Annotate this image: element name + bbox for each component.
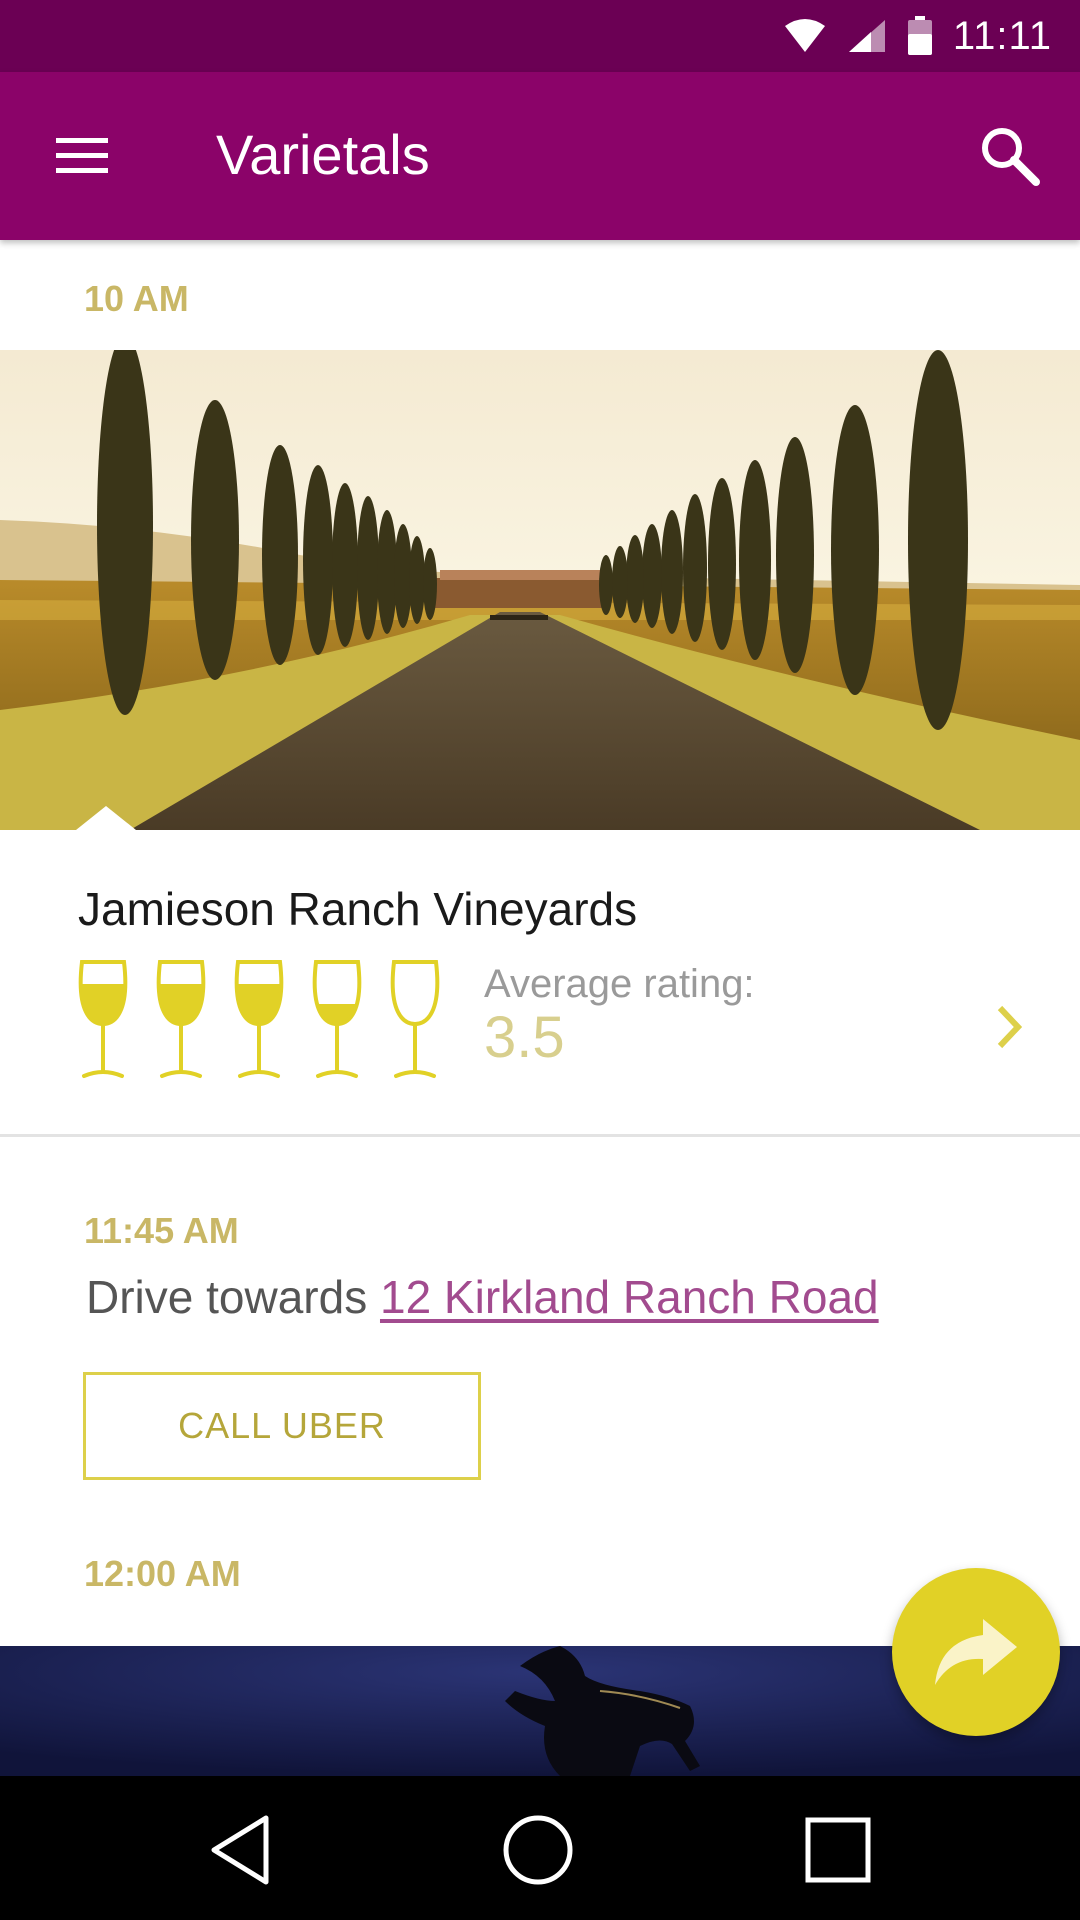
search-icon[interactable] — [976, 122, 1044, 190]
average-rating-value: 3.5 — [484, 1005, 565, 1070]
system-nav-bar — [0, 1776, 1080, 1920]
app-bar: Varietals — [0, 72, 1080, 240]
drive-prefix: Drive towards — [86, 1271, 368, 1323]
average-rating-label: Average rating: — [484, 962, 755, 1006]
address-link[interactable]: 12 Kirkland Ranch Road — [380, 1271, 879, 1323]
status-time: 11:11 — [952, 13, 1052, 58]
status-icons: 11:11 — [783, 0, 1052, 72]
wine-glass-icon — [312, 960, 362, 1078]
signal-icon — [848, 20, 885, 52]
share-forward-icon — [935, 1619, 1017, 1685]
drive-instruction: Drive towards 12 Kirkland Ranch Road — [86, 1270, 879, 1324]
vineyard-image — [0, 350, 1080, 830]
battery-icon — [907, 16, 932, 55]
wine-glass-icon — [78, 960, 128, 1078]
wifi-icon — [784, 19, 825, 52]
time-label: 12:00 AM — [84, 1553, 241, 1594]
time-label: 10 AM — [84, 278, 189, 319]
status-bar: 11:11 — [0, 0, 1080, 72]
card-pointer — [76, 806, 136, 830]
call-uber-button[interactable]: CALL UBER — [83, 1372, 481, 1480]
divider — [0, 1134, 1080, 1137]
chevron-right-icon[interactable] — [990, 1000, 1030, 1054]
time-label: 11:45 AM — [84, 1210, 239, 1251]
rating-glasses — [76, 956, 442, 1080]
wine-glass-icon — [234, 960, 284, 1078]
wine-glass-icon — [156, 960, 206, 1078]
hamburger-menu-icon[interactable] — [52, 130, 112, 182]
recents-icon[interactable] — [798, 1810, 878, 1890]
back-icon[interactable] — [200, 1810, 280, 1890]
home-icon[interactable] — [498, 1810, 578, 1890]
wine-glass-icon — [390, 960, 440, 1078]
share-button[interactable] — [892, 1568, 1060, 1736]
winery-name[interactable]: Jamieson Ranch Vineyards — [78, 882, 637, 936]
winery-photo[interactable] — [0, 350, 1080, 830]
page-title: Varietals — [216, 123, 430, 186]
